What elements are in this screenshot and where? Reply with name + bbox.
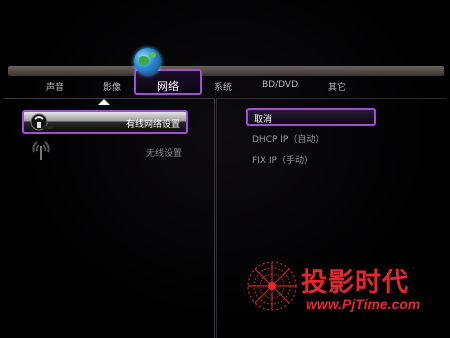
menu-item-wireless[interactable]: 无线设置 bbox=[22, 140, 188, 164]
globe-icon bbox=[134, 48, 161, 75]
category-bar bbox=[8, 66, 444, 76]
wireless-label: 无线设置 bbox=[145, 149, 182, 159]
tab-bd-dvd[interactable]: BD/DVD bbox=[262, 80, 298, 90]
tab-network-label: 网络 bbox=[157, 80, 179, 93]
wireless-antenna-icon bbox=[32, 141, 50, 160]
tab-audio[interactable]: 声音 bbox=[46, 80, 64, 93]
watermark-logo-icon bbox=[247, 261, 297, 311]
tab-other[interactable]: 其它 bbox=[328, 80, 346, 93]
submenu-panel bbox=[4, 98, 215, 338]
watermark-url: www.PjTime.com bbox=[306, 296, 421, 312]
option-fix-ip[interactable]: FIX IP（手动） bbox=[252, 153, 313, 166]
wired-network-icon bbox=[30, 113, 53, 131]
settings-screen: 声音 影像 网络 系统 BD/DVD 其它 有线网络设置 无线设置 取消 DHC… bbox=[0, 0, 450, 338]
watermark-brand-name: 投影时代 bbox=[301, 268, 410, 298]
menu-item-wired-network[interactable]: 有线网络设置 bbox=[22, 110, 188, 134]
option-cancel-label: 取消 bbox=[254, 115, 273, 125]
option-dhcp-ip[interactable]: DHCP IP（自动） bbox=[252, 132, 324, 145]
tab-system[interactable]: 系统 bbox=[214, 80, 232, 93]
tab-video[interactable]: 影像 bbox=[103, 80, 121, 93]
option-cancel[interactable]: 取消 bbox=[246, 108, 376, 126]
wired-network-label: 有线网络设置 bbox=[125, 120, 180, 130]
panel-divider bbox=[216, 98, 217, 338]
panel-divider-horizontal bbox=[216, 98, 446, 99]
watermark: 投影时代 www.PjTime.com bbox=[244, 258, 444, 322]
